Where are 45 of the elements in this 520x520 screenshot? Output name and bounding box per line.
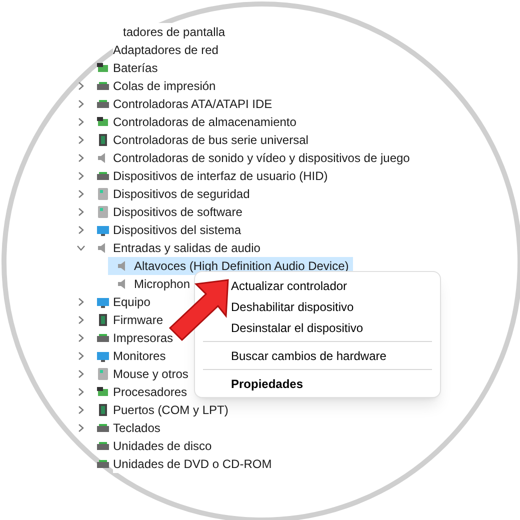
chevron-icon[interactable]: [76, 315, 86, 325]
device-icon: [96, 457, 110, 471]
device-icon: [96, 187, 110, 201]
device-icon: [96, 439, 110, 453]
device-icon: [96, 295, 110, 309]
chevron-icon[interactable]: [76, 351, 86, 361]
chevron-icon[interactable]: [76, 387, 86, 397]
chevron-icon[interactable]: [76, 297, 86, 307]
chevron-icon[interactable]: [76, 81, 86, 91]
device-icon: [96, 385, 110, 399]
device-icon: [96, 313, 110, 327]
chevron-icon[interactable]: [76, 171, 86, 181]
chevron-icon[interactable]: [76, 225, 86, 235]
chevron-icon[interactable]: [76, 423, 86, 433]
device-icon: [96, 97, 110, 111]
chevron-icon[interactable]: [76, 189, 86, 199]
chevron-icon[interactable]: [76, 405, 86, 415]
device-icon: [96, 403, 110, 417]
device-icon: [96, 421, 110, 435]
tree-item-label[interactable]: Adaptadores de red: [113, 41, 218, 59]
tree-item-label[interactable]: tadores de pantalla: [123, 23, 226, 41]
menu-item[interactable]: Actualizar controlador: [231, 275, 348, 296]
tree-item[interactable]: Microphon: [108, 275, 194, 293]
chevron-icon[interactable]: [76, 333, 86, 343]
chevron-icon[interactable]: [76, 99, 86, 109]
device-icon: [96, 133, 110, 147]
chevron-icon[interactable]: [76, 369, 86, 379]
device-icon: [96, 169, 110, 183]
device-icon: [96, 61, 110, 75]
menu-item[interactable]: Buscar cambios de hardware: [231, 345, 386, 366]
chevron-icon[interactable]: [76, 153, 86, 163]
menu-item[interactable]: Deshabilitar dispositivo: [231, 296, 354, 317]
menu-item[interactable]: Propiedades: [231, 373, 304, 394]
device-icon: [96, 331, 110, 345]
device-icon: [96, 349, 110, 363]
device-icon: [96, 367, 110, 381]
chevron-icon[interactable]: [76, 207, 86, 217]
device-icon: [96, 205, 110, 219]
device-icon: [96, 115, 110, 129]
chevron-icon[interactable]: [76, 117, 86, 127]
menu-item[interactable]: Desinstalar el dispositivo: [231, 317, 364, 338]
device-icon: [96, 79, 110, 93]
chevron-icon[interactable]: [76, 135, 86, 145]
device-icon: [96, 223, 110, 237]
chevron-icon[interactable]: [76, 243, 86, 253]
